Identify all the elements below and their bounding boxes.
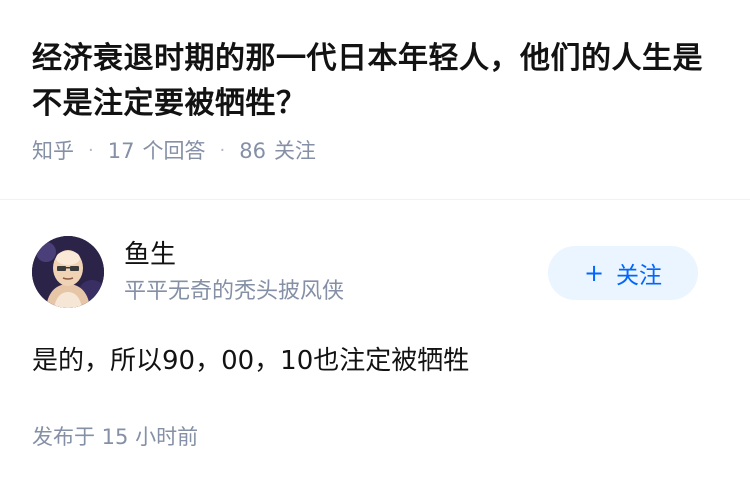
follow-button[interactable]: + 关注 bbox=[548, 246, 698, 300]
author-card: 鱼生 平平无奇的秃头披风侠 + 关注 bbox=[32, 236, 718, 310]
answer-publish-time: 发布于 15 小时前 bbox=[32, 425, 199, 449]
follow-label: 关注 bbox=[616, 263, 663, 289]
followers-count: 86 bbox=[239, 139, 266, 163]
avatar[interactable] bbox=[32, 236, 104, 308]
meta-separator: · bbox=[88, 140, 94, 161]
question-title[interactable]: 经济衰退时期的那一代日本年轻人，他们的人生是不是注定要被牺牲？ bbox=[32, 36, 722, 126]
question-meta: 知乎 · 17 个回答 · 86 关注 bbox=[32, 136, 722, 166]
meta-separator: · bbox=[219, 140, 226, 161]
plus-icon: + bbox=[583, 259, 605, 287]
bald-hero-avatar-icon bbox=[32, 236, 104, 308]
author-name[interactable]: 鱼生 bbox=[124, 238, 176, 272]
section-divider bbox=[0, 199, 750, 200]
answers-count: 17 bbox=[107, 139, 135, 163]
followers-label: 关注 bbox=[273, 139, 316, 163]
source-label[interactable]: 知乎 bbox=[32, 136, 74, 166]
answer-content: 是的，所以90，00，10也注定被牺牲 bbox=[32, 346, 470, 376]
answers-label[interactable]: 个回答 bbox=[142, 136, 205, 166]
author-headline: 平平无奇的秃头披风侠 bbox=[124, 279, 345, 304]
question-header: 经济衰退时期的那一代日本年轻人，他们的人生是不是注定要被牺牲？ 知乎 · 17 … bbox=[32, 36, 722, 166]
